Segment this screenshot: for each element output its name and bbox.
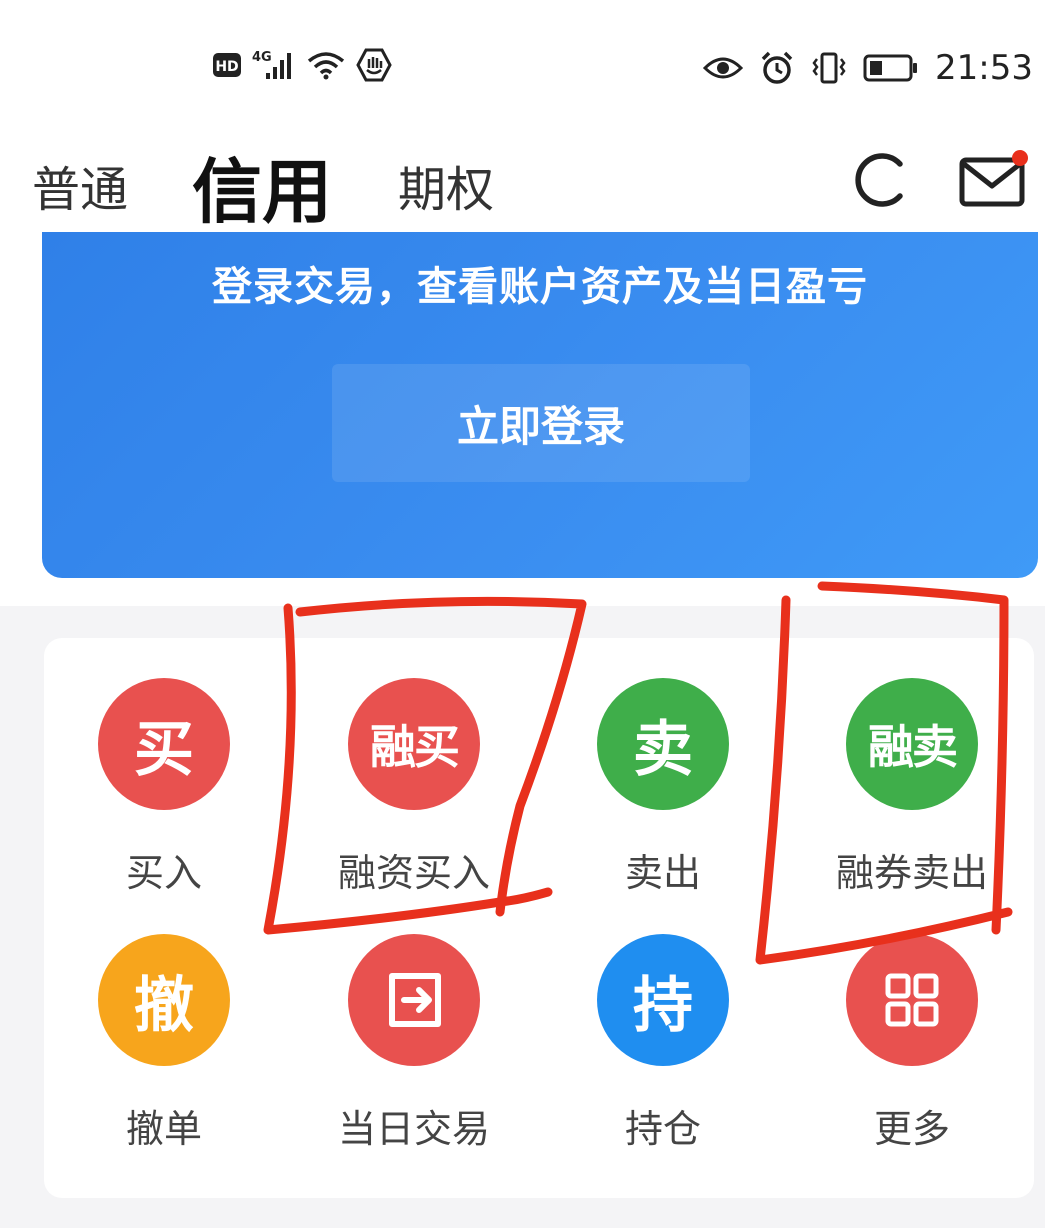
margin-buy-icon: 融买: [348, 678, 480, 810]
vibrate-icon: [811, 51, 847, 85]
tab-option[interactable]: 期权: [398, 150, 494, 220]
buy-icon: 买: [98, 678, 230, 810]
status-bar-right: 21:53: [703, 48, 1033, 88]
short-sell-icon: 融卖: [846, 678, 978, 810]
grid-apps-icon: [885, 973, 939, 1027]
tab-normal[interactable]: 普通: [32, 150, 128, 220]
function-grid: 买 买入 融买 融资买入 卖 卖出 融卖 融券卖出 撤 撤单 当日交易 持 持仓: [44, 638, 1034, 1198]
message-button[interactable]: [956, 148, 1032, 212]
refresh-icon: [855, 153, 903, 207]
today-trades-item[interactable]: 当日交易: [294, 894, 534, 1151]
positions-label: 持仓: [624, 1107, 701, 1151]
margin-buy-label: 融资买入: [337, 851, 490, 895]
alarm-icon: [759, 50, 795, 86]
positions-item[interactable]: 持 持仓: [543, 894, 783, 1151]
sell-icon: 卖: [597, 678, 729, 810]
signal-4g-icon: 4G: [252, 49, 296, 81]
eye-icon: [703, 54, 744, 82]
sell-label: 卖出: [624, 851, 701, 895]
cancel-order-icon: 撤: [98, 934, 230, 1066]
more-label: 更多: [873, 1107, 950, 1151]
buy-item[interactable]: 买 买入: [44, 638, 284, 895]
short-sell-item[interactable]: 融卖 融券卖出: [792, 638, 1032, 895]
more-circle: [846, 934, 978, 1066]
wifi-icon: [306, 49, 346, 81]
positions-icon: 持: [597, 934, 729, 1066]
sell-item[interactable]: 卖 卖出: [543, 638, 783, 895]
banner-text: 登录交易，查看账户资产及当日盈亏: [212, 264, 868, 310]
cancel-order-item[interactable]: 撤 撤单: [44, 894, 284, 1151]
shield-hand-icon: [356, 48, 392, 82]
hd-icon: HD: [212, 50, 242, 80]
more-item[interactable]: 更多: [792, 894, 1032, 1151]
short-sell-label: 融券卖出: [835, 851, 988, 895]
status-bar: HD 4G 21:53: [0, 0, 1045, 120]
network-label: 4G: [252, 50, 272, 65]
cancel-order-label: 撤单: [125, 1107, 202, 1151]
login-button[interactable]: 立即登录: [332, 364, 750, 482]
trade-type-tabs: 普通 信用 期权: [0, 130, 1045, 233]
unread-dot: [1012, 150, 1028, 166]
status-time: 21:53: [935, 48, 1033, 88]
hd-label: HD: [215, 59, 238, 75]
buy-label: 买入: [125, 851, 202, 895]
mail-icon: [959, 150, 1028, 207]
today-trades-circle: [348, 934, 480, 1066]
login-banner: 登录交易，查看账户资产及当日盈亏 立即登录: [42, 232, 1038, 578]
tab-credit[interactable]: 信用: [192, 136, 332, 237]
battery-icon: [863, 53, 919, 83]
status-bar-left: HD 4G: [212, 48, 392, 82]
margin-buy-item[interactable]: 融买 融资买入: [294, 638, 534, 895]
exit-box-icon: [389, 973, 441, 1027]
today-trades-label: 当日交易: [337, 1107, 490, 1151]
refresh-button[interactable]: [850, 148, 914, 212]
